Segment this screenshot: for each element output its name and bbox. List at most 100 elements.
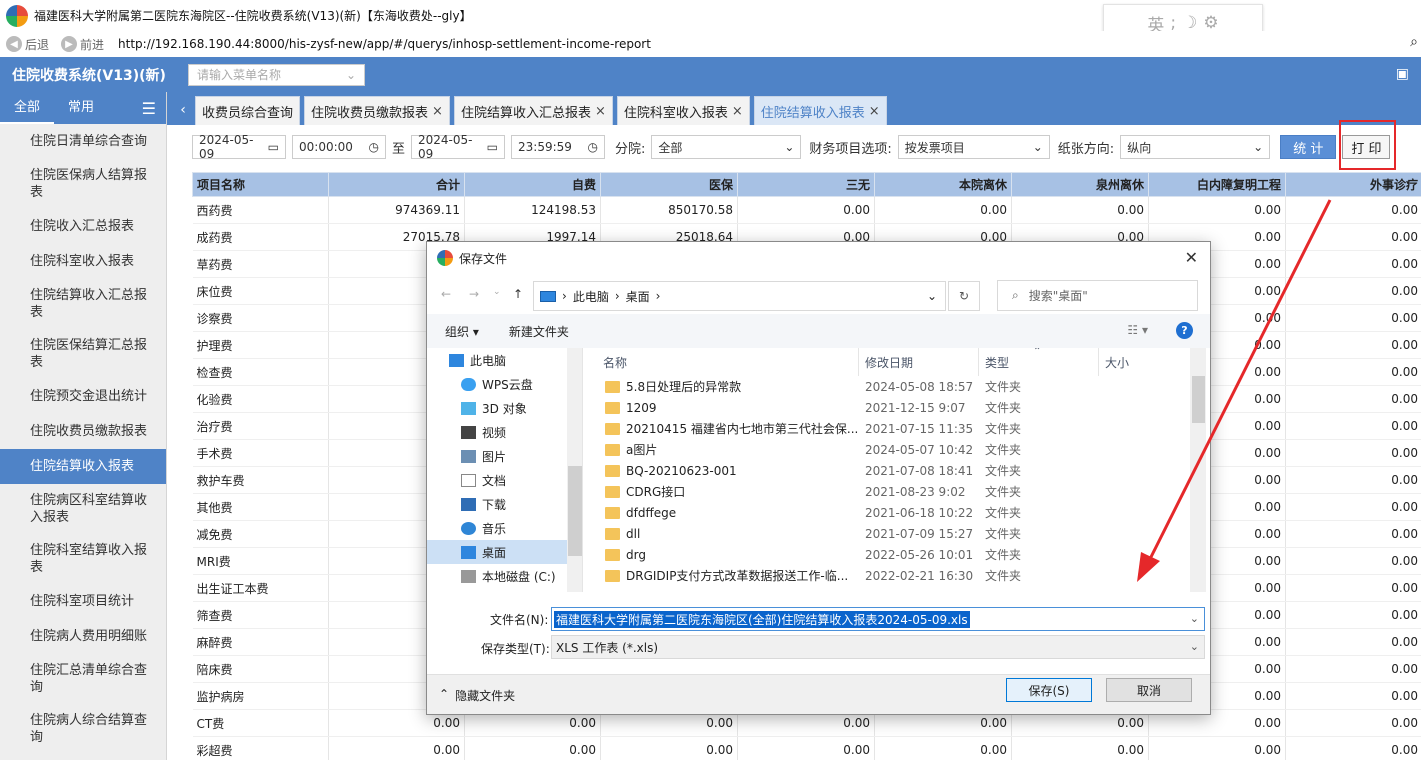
nav-item[interactable]: 本地磁盘 (C:) <box>427 564 582 588</box>
time-from-field[interactable]: 00:00:00 ◷ <box>292 135 386 159</box>
sidebar-item[interactable]: 住院预交金退出统计 <box>0 379 166 414</box>
forward-button[interactable]: ▶ 前进 <box>61 36 104 53</box>
column-header-name[interactable]: 名称 <box>583 348 859 376</box>
nav-item[interactable]: WPS云盘 <box>427 372 582 396</box>
ime-moon-icon[interactable]: ☽ <box>1182 13 1197 33</box>
filename-value[interactable]: 福建医科大学附属第二医院东海院区(全部)住院结算收入报表2024-05-09.x… <box>554 610 970 628</box>
sidebar-item[interactable]: 住院科室项目统计 <box>0 584 166 619</box>
tab-close-icon[interactable]: × <box>595 104 606 119</box>
tab-close-icon[interactable]: × <box>732 104 743 119</box>
nav-forward-icon[interactable]: → <box>469 287 479 301</box>
save-button[interactable]: 保存(S) <box>1006 678 1092 702</box>
address-bar[interactable]: http://192.168.190.44:8000/his-zysf-new/… <box>118 37 651 51</box>
file-row[interactable]: drg 2022-05-26 10:01 文件夹 <box>583 544 1210 565</box>
nav-up-icon[interactable]: ↑ <box>513 287 523 301</box>
magnifier-icon[interactable]: ⌕ <box>1410 34 1418 50</box>
view-options-icon[interactable]: ☷ ▾ <box>1127 323 1148 337</box>
date-to-field[interactable]: 2024-05-09 ▭ <box>411 133 506 161</box>
dialog-search-input[interactable]: ⌕ 搜索"桌面" <box>997 280 1198 311</box>
file-row[interactable]: a图片 2024-05-07 10:42 文件夹 <box>583 439 1210 460</box>
path-segment[interactable]: 桌面 <box>626 288 650 305</box>
sidebar-tab-common[interactable]: 常用 <box>54 92 108 124</box>
sidebar-item[interactable]: 住院收费员缴款报表 <box>0 414 166 449</box>
file-row[interactable]: 1209 2021-12-15 9:07 文件夹 <box>583 397 1210 418</box>
chevron-down-icon[interactable]: ⌄ <box>927 289 937 303</box>
tab[interactable]: 收费员综合查询 <box>195 96 301 125</box>
sidebar-item[interactable]: 住院结算收入汇总报表 <box>0 279 166 329</box>
dialog-path-bar[interactable]: › 此电脑 › 桌面 › ⌄ <box>533 281 946 311</box>
column-header-size[interactable]: 大小 <box>1099 348 1179 376</box>
table-header-cell[interactable]: 项目名称 <box>192 172 329 197</box>
sidebar-item[interactable]: 住院科室结算收入报表 <box>0 534 166 584</box>
nav-item[interactable]: 桌面 <box>427 540 582 564</box>
sidebar-item[interactable]: 住院汇总清单综合查询 <box>0 654 166 704</box>
tab[interactable]: 住院收费员缴款报表 × <box>304 96 450 125</box>
sidebar-item[interactable]: 住院日清单综合查询 <box>0 124 166 159</box>
paper-direction-select[interactable]: 纵向 ⌄ <box>1120 135 1271 159</box>
filename-input[interactable]: 福建医科大学附属第二医院东海院区(全部)住院结算收入报表2024-05-09.x… <box>551 607 1205 631</box>
nav-item[interactable]: 3D 对象 <box>427 396 582 420</box>
screen-icon[interactable]: ▣ <box>1396 66 1409 82</box>
recent-chevron-icon[interactable]: ⌄ <box>493 287 501 297</box>
table-row[interactable]: 彩超费 0.00 0.00 0.00 0.00 0.00 0.00 0.00 0.00 <box>192 736 1421 760</box>
file-row[interactable]: BQ-20210623-001 2021-07-08 18:41 文件夹 <box>583 460 1210 481</box>
sidebar-item[interactable]: 住院科室收入报表 <box>0 244 166 279</box>
close-icon[interactable]: ✕ <box>1185 248 1198 267</box>
sidebar-item[interactable]: 住院病区科室结算收入报表 <box>0 484 166 534</box>
sidebar-item[interactable]: 住院病人费用明细账 <box>0 619 166 654</box>
table-header-cell[interactable]: 泉州离休 <box>1011 172 1149 197</box>
tab[interactable]: 住院结算收入汇总报表 × <box>453 96 613 125</box>
refresh-icon[interactable]: ↻ <box>948 281 980 311</box>
tab[interactable]: 住院结算收入报表 × <box>753 96 887 125</box>
menu-search-input[interactable]: 请输入菜单名称 ⌄ <box>188 63 365 86</box>
table-header-cell[interactable]: 外事诊疗 <box>1285 172 1421 197</box>
tab-close-icon[interactable]: × <box>432 104 443 119</box>
tab-scroll-left-icon[interactable]: ‹ <box>171 95 195 125</box>
table-header-cell[interactable]: 医保 <box>600 172 738 197</box>
ime-punct-icon[interactable]: ; <box>1170 13 1176 33</box>
nav-item[interactable]: 图片 <box>427 444 582 468</box>
nav-item[interactable]: 文档 <box>427 468 582 492</box>
nav-item[interactable]: 音乐 <box>427 516 582 540</box>
chevron-down-icon[interactable]: ⌄ <box>1190 612 1199 625</box>
column-header-date[interactable]: 修改日期 <box>859 348 979 376</box>
sidebar-item[interactable]: 住院结算收入报表 <box>0 449 166 484</box>
file-scrollbar-thumb[interactable] <box>1192 376 1205 423</box>
table-header-cell[interactable]: 白内障复明工程 <box>1148 172 1286 197</box>
sidebar-item[interactable]: 住院医保结算汇总报表 <box>0 329 166 379</box>
date-from-field[interactable]: 2024-05-09 ▭ <box>192 133 286 161</box>
hide-folders-toggle[interactable]: ⌃ 隐藏文件夹 <box>439 687 515 704</box>
statistics-button[interactable]: 统 计 <box>1280 135 1337 159</box>
table-header-cell[interactable]: 三无 <box>737 172 875 197</box>
nav-item[interactable]: 下载 <box>427 492 582 516</box>
file-row[interactable]: 5.8日处理后的异常款 2024-05-08 18:57 文件夹 <box>583 376 1210 397</box>
tab-close-icon[interactable]: × <box>869 104 880 119</box>
organize-button[interactable]: 组织 ▾ <box>445 323 479 340</box>
sidebar-item[interactable]: 住院医保病人结算报表 <box>0 159 166 209</box>
help-icon[interactable]: ? <box>1176 322 1193 339</box>
sidebar-item[interactable]: 住院病人综合结算查询 <box>0 704 166 754</box>
filetype-select[interactable]: XLS 工作表 (*.xls) ⌄ <box>551 635 1205 659</box>
tab[interactable]: 住院科室收入报表 × <box>616 96 750 125</box>
nav-scrollbar-thumb[interactable] <box>568 466 582 556</box>
file-row[interactable]: dfdffege 2021-06-18 10:22 文件夹 <box>583 502 1210 523</box>
sidebar-tab-all[interactable]: 全部 <box>0 92 55 124</box>
time-to-field[interactable]: 23:59:59 ◷ <box>511 135 606 159</box>
branch-select[interactable]: 全部 ⌄ <box>651 135 802 159</box>
file-row[interactable]: 20210415 福建省内七地市第三代社会保... 2021-07-15 11:3… <box>583 418 1210 439</box>
path-segment[interactable]: 此电脑 <box>573 288 609 305</box>
file-row[interactable]: CDRG接口 2021-08-23 9:02 文件夹 <box>583 481 1210 502</box>
hamburger-menu-icon[interactable]: ☰ <box>142 99 156 118</box>
back-button[interactable]: ◀ 后退 <box>6 36 49 53</box>
table-header-cell[interactable]: 合计 <box>328 172 465 197</box>
nav-item[interactable]: 视频 <box>427 420 582 444</box>
ime-gear-icon[interactable]: ⚙ <box>1203 13 1218 33</box>
table-header-cell[interactable]: 本院离休 <box>874 172 1012 197</box>
table-row[interactable]: 西药费 974369.11 124198.53 850170.58 0.00 0.00 0.… <box>192 196 1421 224</box>
finance-option-select[interactable]: 按发票项目 ⌄ <box>897 135 1050 159</box>
table-header-cell[interactable]: 自费 <box>464 172 601 197</box>
cancel-button[interactable]: 取消 <box>1106 678 1192 702</box>
file-row[interactable]: dll 2021-07-09 15:27 文件夹 <box>583 523 1210 544</box>
new-folder-button[interactable]: 新建文件夹 <box>509 323 569 340</box>
nav-back-icon[interactable]: ← <box>441 287 451 301</box>
